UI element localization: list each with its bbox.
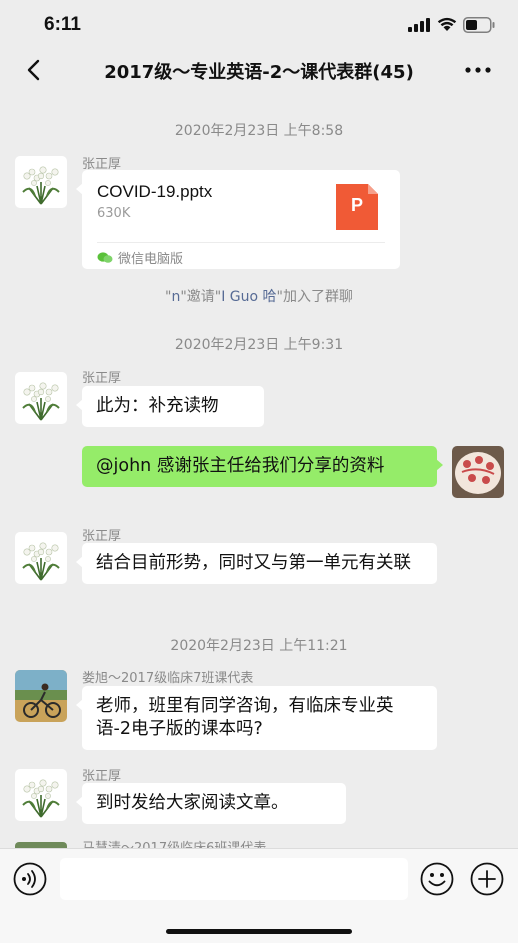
chat-timestamp: 2020年2月23日 上午9:31	[174, 337, 344, 353]
sender-name: 张正厚	[82, 371, 122, 386]
file-source-label: 微信电脑版	[118, 252, 184, 267]
more-dots-icon[interactable]	[462, 58, 494, 82]
avatar-lily[interactable]	[15, 769, 67, 821]
cellular-signal-icon	[408, 18, 430, 32]
input-bar	[0, 848, 518, 943]
file-size: 630K	[97, 206, 131, 221]
avatar-cyclist[interactable]	[15, 670, 67, 722]
avatar-lily[interactable]	[15, 532, 67, 584]
file-name: COVID-19.pptx	[97, 182, 213, 201]
lily-avatar-image	[15, 372, 67, 424]
inviter-name[interactable]: n	[171, 289, 180, 305]
chat-timestamp: 2020年2月23日 上午8:58	[174, 123, 344, 139]
plus-icon[interactable]	[470, 862, 504, 896]
invitee-name[interactable]: I Guo 哈	[221, 289, 276, 305]
lily-avatar-image	[15, 769, 67, 821]
voice-icon[interactable]	[13, 862, 47, 896]
chat-title: 2017级～专业英语-2～课代表群(45)	[104, 62, 414, 83]
battery-icon	[463, 17, 495, 33]
message-input[interactable]	[60, 858, 408, 900]
file-message-card[interactable]: COVID-19.pptx 630K P 微信电脑版	[76, 170, 400, 269]
my-message-bubble[interactable]: @john 感谢张主任给我们分享的资料	[82, 446, 443, 487]
sender-name: 张正厚	[82, 529, 122, 544]
avatar-lily[interactable]	[15, 372, 67, 424]
system-join-notice: "n"邀请"I Guo 哈"加入了群聊	[165, 289, 353, 305]
home-indicator[interactable]	[166, 929, 352, 934]
message-bubble[interactable]: 此为：补充读物	[76, 386, 264, 427]
lily-avatar-image	[15, 532, 67, 584]
message-bubble[interactable]: 结合目前形势，同时又与第一单元有关联	[76, 543, 437, 584]
chat-timestamp: 2020年2月23日 上午11:21	[170, 638, 348, 654]
emoji-icon[interactable]	[420, 862, 454, 896]
wifi-icon	[437, 17, 457, 31]
wechat-small-icon	[97, 252, 113, 263]
avatar-lily[interactable]	[15, 156, 67, 208]
lily-avatar-image	[15, 156, 67, 208]
file-card-divider	[97, 242, 385, 243]
message-bubble[interactable]: 到时发给大家阅读文章。	[76, 783, 346, 824]
back-arrow-icon[interactable]	[20, 56, 48, 84]
sender-name: 张正厚	[82, 769, 122, 784]
message-bubble[interactable]: 老师，班里有同学咨询，有临床专业英语-2电子版的课本吗?	[76, 686, 437, 750]
status-bar: 6:11	[0, 0, 518, 50]
sender-name: 娄旭～2017级临床7班课代表	[82, 671, 254, 686]
nav-bar: 2017级～专业英语-2～课代表群(45)	[0, 50, 518, 90]
file-icon-letter: P	[350, 195, 363, 215]
cyclist-avatar-image	[15, 670, 67, 722]
file-source: 微信电脑版	[97, 248, 183, 267]
cake-avatar-image	[452, 446, 504, 498]
my-avatar[interactable]	[452, 446, 504, 498]
status-time: 6:11	[44, 14, 81, 35]
